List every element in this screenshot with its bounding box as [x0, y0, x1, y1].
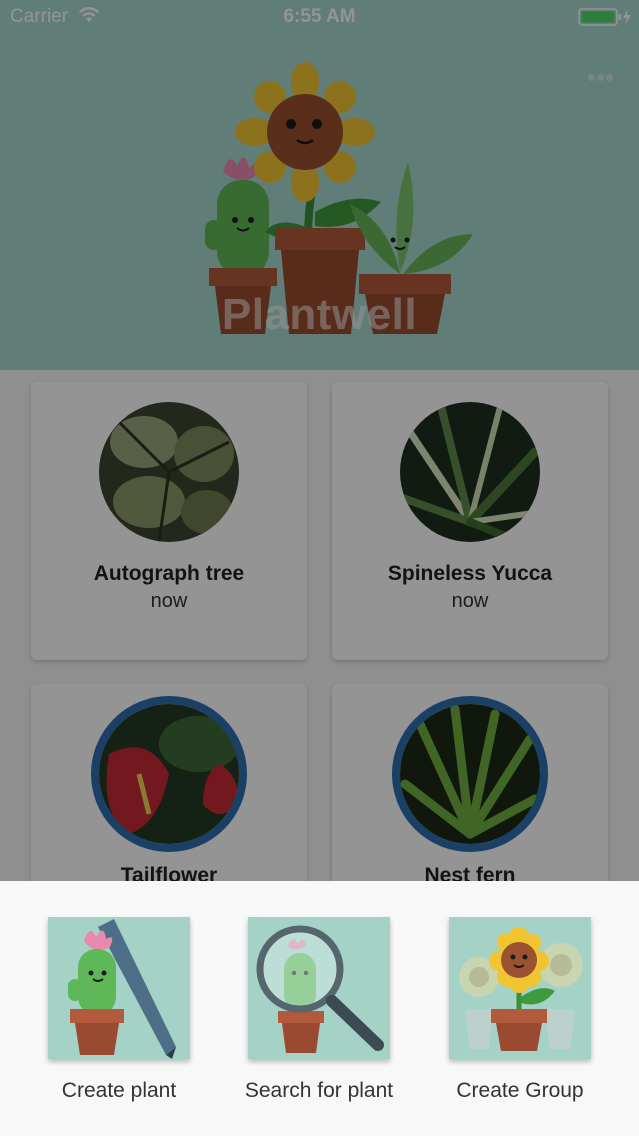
create-group-label: Create Group: [456, 1079, 584, 1102]
search-plant-button[interactable]: Search for plant: [219, 917, 419, 1117]
magnifier-cactus-icon: [248, 917, 390, 1059]
search-plant-label: Search for plant: [244, 1079, 394, 1102]
create-plant-button[interactable]: Create plant: [19, 917, 219, 1117]
create-plant-label: Create plant: [61, 1079, 177, 1102]
action-sheet: Create plant Search for plant Create Gro…: [0, 881, 639, 1136]
cactus-pen-icon: [48, 917, 190, 1059]
create-group-button[interactable]: Create Group: [420, 917, 620, 1117]
sunflower-group-icon: [449, 917, 591, 1059]
